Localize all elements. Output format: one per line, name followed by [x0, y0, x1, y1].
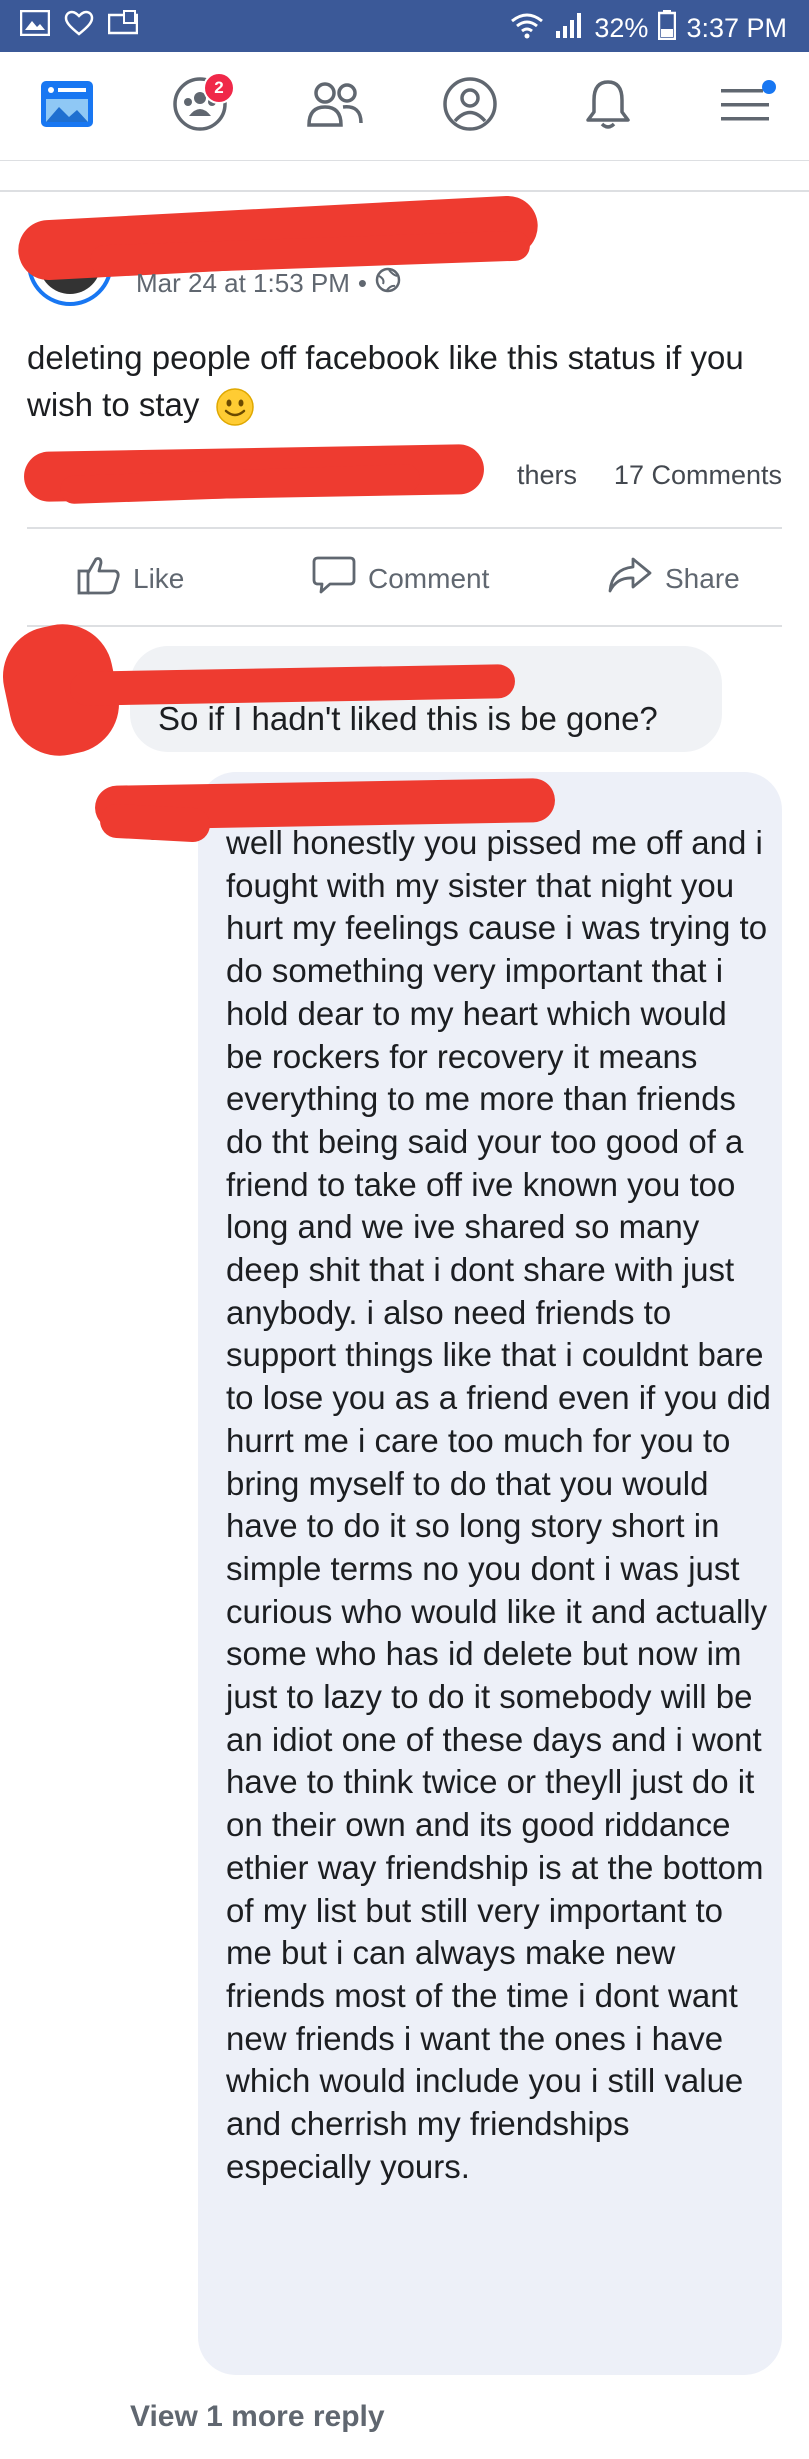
- groups-badge: 2: [203, 72, 235, 104]
- divider: [0, 190, 809, 192]
- reactions-summary[interactable]: thers: [517, 460, 577, 491]
- friends-icon: [305, 79, 365, 134]
- comments-count[interactable]: 17 Comments: [614, 460, 782, 491]
- post-text: deleting people off facebook like this s…: [27, 339, 744, 423]
- post-meta: Mar 24 at 1:53 PM •: [136, 267, 401, 300]
- post-timestamp[interactable]: Mar 24 at 1:53 PM: [136, 268, 350, 299]
- comment-text: So if I hadn't liked this is be gone?: [158, 700, 658, 737]
- profile-icon: [442, 76, 498, 137]
- menu-tab[interactable]: [710, 76, 780, 136]
- thumbs-up-icon: [77, 555, 121, 602]
- notifications-tab[interactable]: [573, 76, 643, 136]
- globe-icon: [375, 267, 401, 300]
- groups-tab[interactable]: 2: [165, 72, 235, 136]
- wifi-icon: [510, 11, 544, 46]
- news-feed-icon: [39, 79, 95, 134]
- divider: [27, 527, 782, 529]
- divider: [27, 625, 782, 627]
- battery-icon: [658, 10, 677, 47]
- share-label: Share: [665, 562, 740, 594]
- comment-label: Comment: [368, 562, 490, 594]
- gallery-icon: [19, 9, 51, 43]
- divider: [0, 160, 809, 161]
- comment-button[interactable]: Comment: [312, 555, 489, 602]
- menu-notification-dot: [762, 80, 776, 94]
- share-arrow-icon: [607, 555, 653, 602]
- nav-bar: 2: [0, 52, 809, 160]
- post-body: deleting people off facebook like this s…: [27, 334, 787, 428]
- status-bar: 32% 3:37 PM: [0, 0, 809, 52]
- comment-icon: [312, 555, 356, 602]
- view-more-replies-link[interactable]: View 1 more reply: [130, 2400, 385, 2434]
- friends-tab[interactable]: [300, 76, 370, 136]
- profile-tab[interactable]: [435, 76, 505, 136]
- signal-icon: [554, 11, 584, 46]
- heart-icon: [64, 10, 94, 43]
- clock: 3:37 PM: [686, 13, 787, 43]
- reply-bubble: well honestly you pissed me off and i fo…: [198, 772, 782, 2375]
- bell-icon: [582, 76, 634, 137]
- like-button[interactable]: Like: [77, 555, 184, 602]
- battery-level: 32%: [594, 13, 649, 43]
- tablet-icon: [107, 10, 139, 43]
- smiley-emoji-icon: [215, 387, 255, 427]
- like-label: Like: [133, 562, 185, 594]
- reply-text: well honestly you pissed me off and i fo…: [226, 824, 771, 2185]
- share-button[interactable]: Share: [607, 555, 740, 602]
- meta-separator: •: [357, 268, 367, 298]
- news-feed-tab[interactable]: [32, 76, 102, 136]
- post-actions: Like Comment Share: [27, 535, 782, 615]
- redaction-mark: [99, 803, 211, 843]
